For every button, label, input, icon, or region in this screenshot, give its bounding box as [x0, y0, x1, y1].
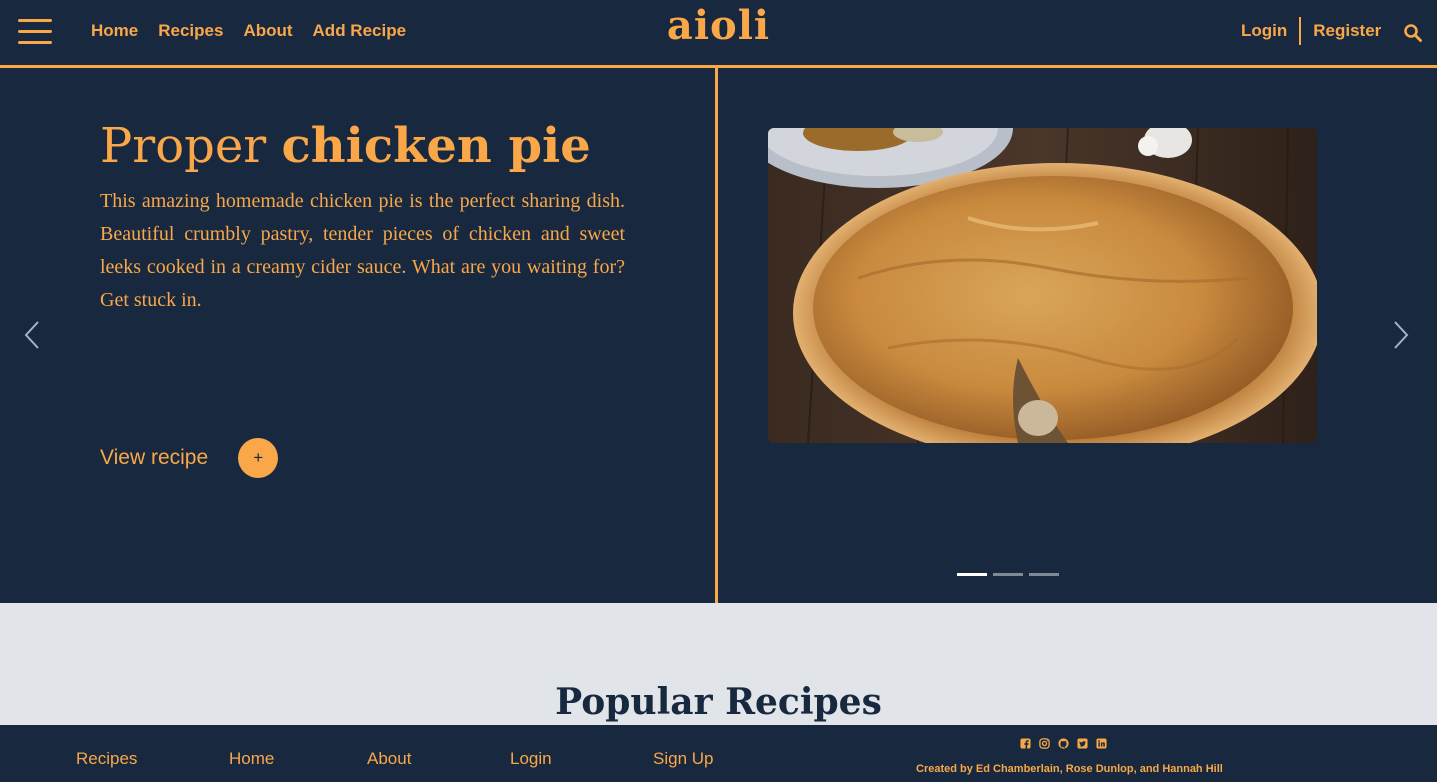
footer: Recipes Home About Login Sign Up Created…: [0, 725, 1437, 782]
facebook-icon[interactable]: [1020, 738, 1031, 749]
popular-recipes-section: Popular Recipes: [0, 603, 1437, 725]
hero-divider: [715, 68, 718, 603]
footer-link-recipes[interactable]: Recipes: [76, 749, 137, 769]
auth-nav: Login Register: [1241, 17, 1381, 45]
carousel-indicator-2[interactable]: [993, 573, 1023, 576]
carousel-indicator-1[interactable]: [957, 573, 987, 576]
login-link[interactable]: Login: [1241, 21, 1287, 41]
nav-link-add-recipe[interactable]: Add Recipe: [313, 21, 407, 41]
chicken-pie-image: [768, 128, 1317, 443]
carousel-indicators: [957, 573, 1059, 576]
hero-description: This amazing homemade chicken pie is the…: [100, 190, 625, 311]
linkedin-icon[interactable]: [1096, 738, 1107, 749]
nav-link-about[interactable]: About: [243, 21, 292, 41]
view-recipe-label: View recipe: [100, 446, 209, 469]
credits-text: Created by Ed Chamberlain, Rose Dunlop, …: [916, 763, 1223, 775]
chicken-pie-illustration: [768, 128, 1317, 443]
nav-divider: [1299, 17, 1302, 45]
footer-link-about[interactable]: About: [367, 749, 411, 769]
popular-recipes-title: Popular Recipes: [555, 681, 882, 723]
search-icon[interactable]: [1403, 23, 1423, 43]
nav-link-recipes[interactable]: Recipes: [158, 21, 223, 41]
hamburger-menu-icon[interactable]: [18, 19, 52, 45]
github-icon[interactable]: [1058, 738, 1069, 749]
nav-link-home[interactable]: Home: [91, 21, 138, 41]
footer-link-login[interactable]: Login: [510, 749, 552, 769]
carousel-indicator-3[interactable]: [1029, 573, 1059, 576]
navbar: Home Recipes About Add Recipe aioli Logi…: [0, 0, 1437, 68]
carousel-prev-arrow-icon[interactable]: [23, 320, 43, 350]
hero-title-bold: chicken pie: [281, 118, 591, 174]
primary-nav: Home Recipes About Add Recipe: [91, 21, 406, 41]
social-links: [1020, 738, 1107, 749]
brand-logo[interactable]: aioli: [667, 2, 770, 49]
footer-link-home[interactable]: Home: [229, 749, 274, 769]
hero-carousel: Proper chicken pie This amazing homemade…: [0, 68, 1437, 603]
view-recipe-button[interactable]: View recipe +: [100, 438, 279, 478]
twitter-icon[interactable]: [1077, 738, 1088, 749]
footer-link-sign-up[interactable]: Sign Up: [653, 749, 713, 769]
register-link[interactable]: Register: [1313, 21, 1381, 41]
hero-title-light: Proper: [100, 118, 267, 174]
plus-icon[interactable]: +: [238, 438, 279, 478]
hero-title: Proper chicken pie: [100, 118, 591, 174]
carousel-next-arrow-icon[interactable]: [1390, 320, 1410, 350]
instagram-icon[interactable]: [1039, 738, 1050, 749]
